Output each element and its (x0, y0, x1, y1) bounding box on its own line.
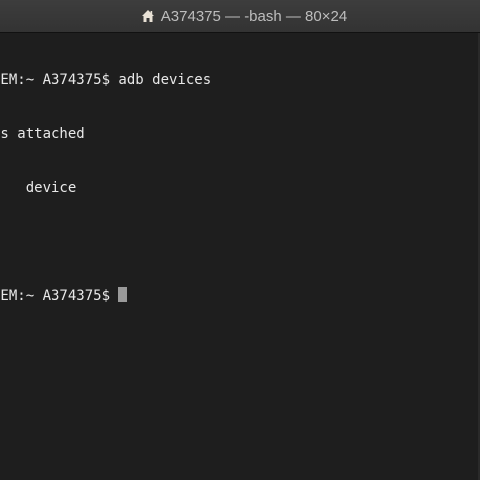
terminal-window: A374375 — -bash — 80×24 DEM:~ A374375$ a… (0, 0, 480, 480)
title-group: A374375 — -bash — 80×24 (141, 8, 347, 25)
terminal-prompt-line[interactable]: DEM:~ A374375$ (0, 287, 211, 305)
home-icon (141, 9, 155, 23)
window-title: A374375 — -bash — 80×24 (160, 7, 348, 25)
terminal-line: es attached (0, 126, 85, 142)
text-cursor (118, 287, 128, 302)
terminal-output[interactable]: DEM:~ A374375$ adb devices es attached d… (0, 33, 480, 480)
terminal-lines: DEM:~ A374375$ adb devices es attached d… (0, 35, 211, 341)
terminal-line: device (0, 180, 77, 196)
prompt-text: DEM:~ A374375$ (0, 288, 119, 304)
title-bar[interactable]: A374375 — -bash — 80×24 (0, 0, 480, 33)
terminal-line: DEM:~ A374375$ adb devices (0, 72, 212, 88)
